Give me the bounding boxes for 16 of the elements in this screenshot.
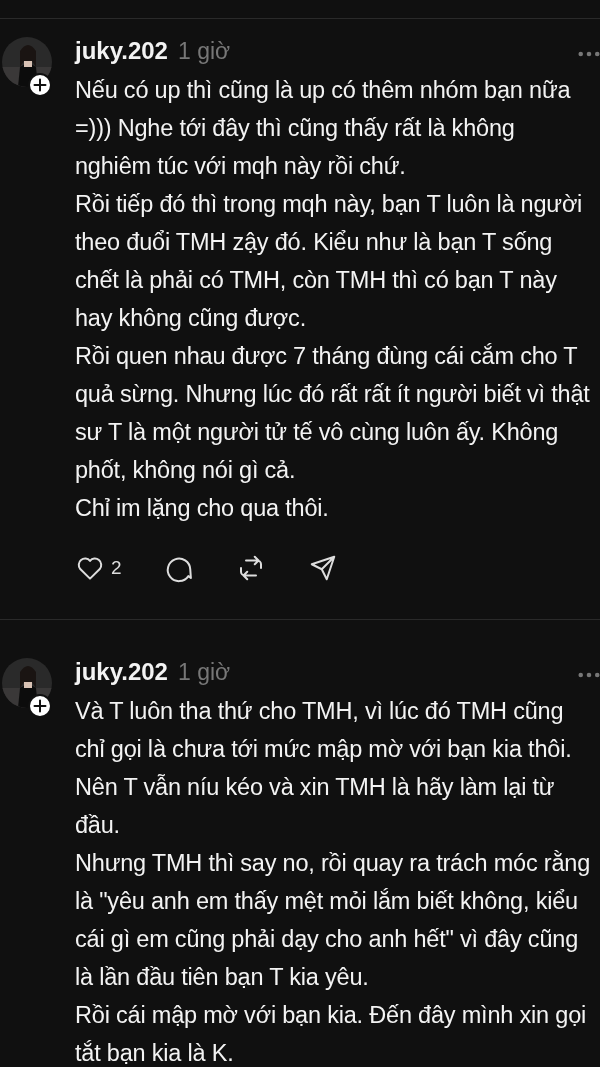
post-text: Chỉ im lặng cho qua thôi.	[75, 494, 330, 523]
username[interactable]: juky.202	[75, 658, 168, 686]
like-count: 2	[111, 557, 122, 579]
post-text: Rồi tiếp đó thì trong mqh này, bạn T luôn là người theo đuổi TMH zậy đó. Kiểu như là bạn T sống chết là phải có TMH, còn TMH thì có bạn T này hay không cũng được.	[75, 190, 584, 333]
post-text: Nhưng TMH thì say no, rồi quay ra trách móc rằng là "yêu anh em thấy mệt mỏi lắm biết không, kiểu cái gì em cũng phải dạy cho anh hết" vì đây cũng là lần đầu tiên bạn T kia yêu.	[75, 849, 592, 992]
username[interactable]: juky.202	[75, 37, 168, 65]
post-time: 1 giờ	[177, 38, 231, 65]
post-time: 1 giờ	[177, 659, 231, 686]
follow-plus-icon[interactable]	[28, 73, 52, 97]
more-options-icon[interactable]	[578, 51, 600, 57]
post-text: Rồi quen nhau được 7 tháng đùng cái cắm cho T quả sừng. Nhưng lúc đó rất rất ít người biết vì thật sư T là một người tử tế vô cùng luôn ấy. Không phốt, không nói gì cả.	[75, 342, 591, 485]
post-text: Nếu có up thì cũng là up có thêm nhóm bạn nữa =))) Nghe tới đây thì cũng thấy rất là không nghiêm túc với mqh này rồi chứ.	[75, 76, 572, 181]
post-text: Rồi cái mập mờ với bạn kia. Đến đây mình xin gọi tắt bạn kia là K.	[75, 1001, 588, 1067]
more-options-icon[interactable]	[578, 672, 600, 678]
follow-plus-icon[interactable]	[28, 694, 52, 718]
post-text: Và T luôn tha thứ cho TMH, vì lúc đó TMH cũng chỉ gọi là chưa tới mức mập mờ với bạn kia thôi. Nên T vẫn níu kéo và xin TMH là hãy làm lại từ đầu.	[75, 697, 573, 840]
